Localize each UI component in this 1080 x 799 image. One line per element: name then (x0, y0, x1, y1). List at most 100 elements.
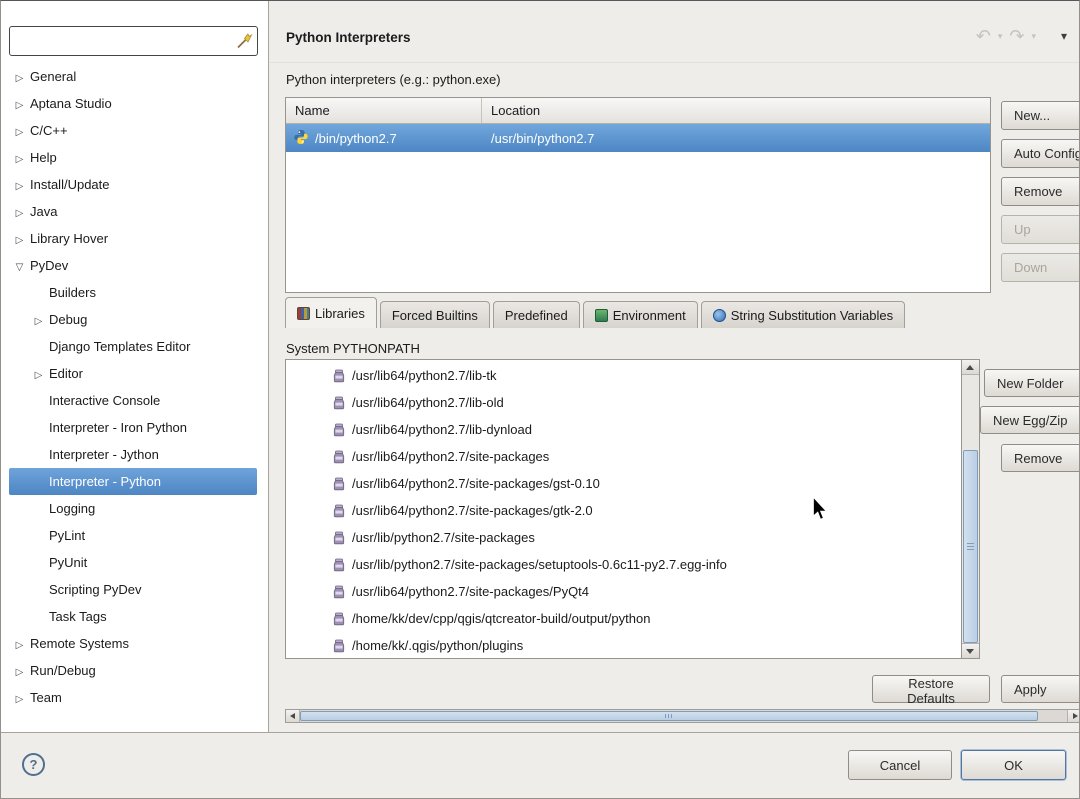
sidebar-item-debug[interactable]: Debug (9, 306, 257, 333)
vertical-scrollbar[interactable] (962, 359, 980, 659)
sidebar-item-interpreter-iron-python[interactable]: Interpreter - Iron Python (9, 414, 257, 441)
back-icon[interactable]: ↶ (976, 27, 991, 45)
button-remove[interactable]: Remove (1001, 444, 1080, 472)
tree-arrow-icon[interactable] (30, 609, 47, 625)
scroll-down-arrow-icon[interactable] (962, 643, 979, 658)
button-new-egg-zip[interactable]: New Egg/Zip (980, 406, 1080, 434)
forward-icon[interactable]: ↷ (1009, 27, 1024, 45)
pythonpath-entry[interactable]: /usr/lib64/python2.7/lib-dynload (286, 416, 961, 443)
column-header-name[interactable]: Name (286, 98, 482, 123)
tree-arrow-icon[interactable] (30, 339, 47, 355)
pythonpath-entry[interactable]: /usr/lib64/python2.7/site-packages/PyQt4 (286, 578, 961, 605)
sidebar-item-general[interactable]: General (9, 63, 257, 90)
tree-arrow-icon[interactable] (11, 663, 28, 679)
sidebar-item-help[interactable]: Help (9, 144, 257, 171)
vertical-scrollbar-thumb[interactable] (963, 450, 978, 643)
sidebar-item-library-hover[interactable]: Library Hover (9, 225, 257, 252)
sidebar-item-pylint[interactable]: PyLint (9, 522, 257, 549)
sidebar-item-scripting-pydev[interactable]: Scripting PyDev (9, 576, 257, 603)
pythonpath-entry[interactable]: /usr/lib/python2.7/site-packages/setupto… (286, 551, 961, 578)
interpreter-row[interactable]: /bin/python2.7 /usr/bin/python2.7 (286, 124, 990, 152)
button-down[interactable]: Down (1001, 253, 1080, 282)
restore-defaults-button[interactable]: Restore Defaults (872, 675, 990, 703)
sidebar-item-java[interactable]: Java (9, 198, 257, 225)
sidebar-item-remote-systems[interactable]: Remote Systems (9, 630, 257, 657)
sidebar-item-run-debug[interactable]: Run/Debug (9, 657, 257, 684)
cancel-button[interactable]: Cancel (848, 750, 952, 780)
sidebar-item-team[interactable]: Team (9, 684, 257, 711)
sidebar-item-pydev[interactable]: PyDev (9, 252, 257, 279)
interpreters-table: Name Location /bin/python2.7 /usr/ (285, 97, 991, 293)
sidebar-item-builders[interactable]: Builders (9, 279, 257, 306)
horizontal-scrollbar-thumb[interactable] (300, 711, 1038, 721)
pythonpath-entry[interactable]: /usr/lib64/python2.7/site-packages (286, 443, 961, 470)
filter-text-input[interactable] (9, 26, 258, 56)
tree-arrow-icon[interactable] (30, 366, 47, 382)
tree-arrow-icon[interactable] (30, 555, 47, 571)
preferences-dialog: General Aptana Studio C/C++ Help (0, 0, 1080, 799)
tree-arrow-icon[interactable] (30, 420, 47, 436)
button-new-folder[interactable]: New Folder (984, 369, 1080, 397)
tab-forced-builtins[interactable]: Forced Builtins (380, 301, 490, 328)
sidebar-item-interpreter-jython[interactable]: Interpreter - Jython (9, 441, 257, 468)
sidebar-item-interactive-console[interactable]: Interactive Console (9, 387, 257, 414)
pythonpath-entry[interactable]: /usr/lib/python2.7/site-packages (286, 524, 961, 551)
sidebar-item-label: Interpreter - Jython (47, 447, 159, 462)
tree-arrow-icon[interactable] (11, 690, 28, 706)
forward-dropdown-icon[interactable]: ▾ (1031, 31, 1036, 42)
tree-arrow-icon[interactable] (30, 582, 47, 598)
scroll-right-arrow-icon[interactable] (1067, 710, 1080, 722)
tree-arrow-icon[interactable] (11, 177, 28, 193)
button-auto-config[interactable]: Auto Config (1001, 139, 1080, 168)
tree-arrow-icon[interactable] (11, 204, 28, 220)
tree-arrow-icon[interactable] (30, 501, 47, 517)
ok-button[interactable]: OK (961, 750, 1066, 780)
back-dropdown-icon[interactable]: ▾ (998, 31, 1003, 42)
sidebar-item-editor[interactable]: Editor (9, 360, 257, 387)
page-title: Python Interpreters (286, 30, 411, 45)
sidebar-item-interpreter-python[interactable]: Interpreter - Python (9, 468, 257, 495)
tab-string-substitution-variables[interactable]: String Substitution Variables (701, 301, 905, 328)
help-icon[interactable]: ? (22, 753, 45, 776)
button-remove[interactable]: Remove (1001, 177, 1080, 206)
sidebar-item-logging[interactable]: Logging (9, 495, 257, 522)
horizontal-scrollbar[interactable] (285, 709, 1080, 723)
tree-arrow-icon[interactable] (30, 528, 47, 544)
sidebar-item-label: Team (28, 690, 62, 705)
tree-arrow-icon[interactable] (11, 123, 28, 139)
tree-arrow-icon[interactable] (30, 474, 47, 490)
tree-arrow-icon[interactable] (11, 69, 28, 85)
tree-arrow-icon[interactable] (11, 636, 28, 652)
tree-arrow-icon[interactable] (30, 312, 47, 328)
pythonpath-entry[interactable]: /usr/lib64/python2.7/site-packages/gtk-2… (286, 497, 961, 524)
sidebar-item-pyunit[interactable]: PyUnit (9, 549, 257, 576)
scroll-left-arrow-icon[interactable] (286, 710, 300, 722)
apply-button[interactable]: Apply (1001, 675, 1080, 703)
sidebar-item-django-templates-editor[interactable]: Django Templates Editor (9, 333, 257, 360)
pythonpath-entry[interactable]: /home/kk/.qgis/python/plugins (286, 632, 961, 659)
pythonpath-entry[interactable]: /usr/lib64/python2.7/lib-old (286, 389, 961, 416)
view-menu-icon[interactable]: ▾ (1061, 29, 1067, 43)
sidebar-item-install-update[interactable]: Install/Update (9, 171, 257, 198)
tab-libraries[interactable]: Libraries (285, 297, 377, 328)
tree-arrow-icon[interactable] (30, 285, 47, 301)
column-header-location[interactable]: Location (482, 98, 990, 123)
tree-arrow-icon[interactable] (30, 393, 47, 409)
tab-environment[interactable]: Environment (583, 301, 698, 328)
button-up[interactable]: Up (1001, 215, 1080, 244)
tree-arrow-icon[interactable] (11, 258, 28, 274)
filter-clear-broom-icon[interactable] (235, 32, 253, 50)
sidebar-item-c-c[interactable]: C/C++ (9, 117, 257, 144)
pythonpath-entry[interactable]: /usr/lib64/python2.7/lib-tk (286, 362, 961, 389)
tab-predefined[interactable]: Predefined (493, 301, 580, 328)
pythonpath-entry[interactable]: /home/kk/dev/cpp/qgis/qtcreator-build/ou… (286, 605, 961, 632)
button-new[interactable]: New... (1001, 101, 1080, 130)
sidebar-item-aptana-studio[interactable]: Aptana Studio (9, 90, 257, 117)
sidebar-item-task-tags[interactable]: Task Tags (9, 603, 257, 630)
tree-arrow-icon[interactable] (30, 447, 47, 463)
tree-arrow-icon[interactable] (11, 96, 28, 112)
tree-arrow-icon[interactable] (11, 150, 28, 166)
scroll-up-arrow-icon[interactable] (962, 360, 979, 375)
pythonpath-entry[interactable]: /usr/lib64/python2.7/site-packages/gst-0… (286, 470, 961, 497)
tree-arrow-icon[interactable] (11, 231, 28, 247)
